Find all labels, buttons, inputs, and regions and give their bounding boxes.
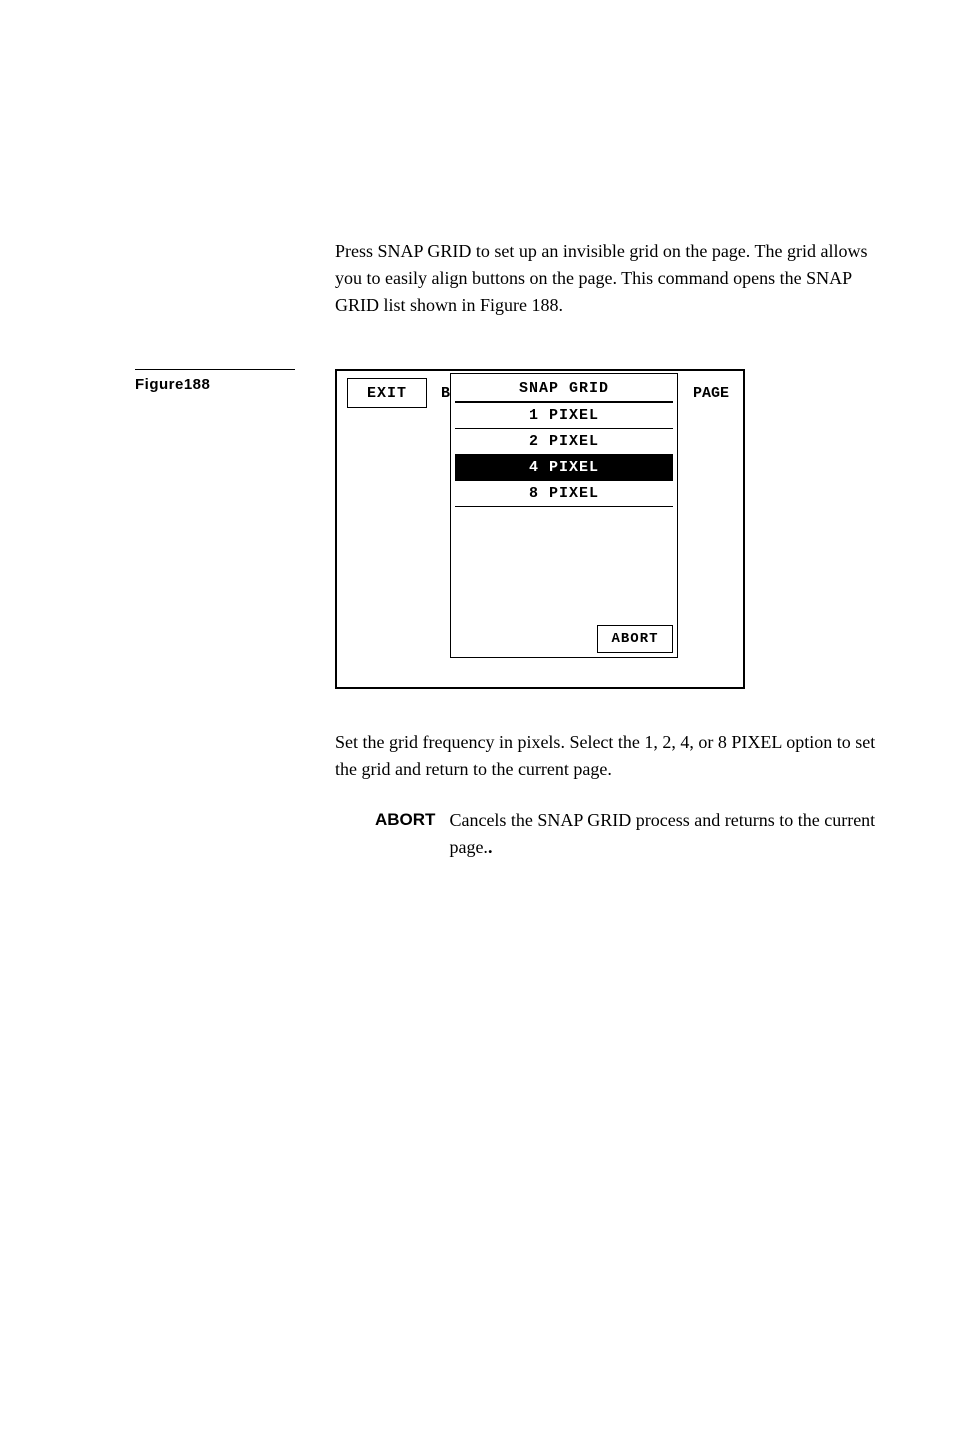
list-title: SNAP GRID	[451, 374, 677, 401]
exit-button[interactable]: EXIT	[347, 378, 427, 408]
figure-label-column: Figure188	[0, 369, 335, 393]
abort-button[interactable]: ABORT	[597, 625, 673, 653]
document-page: Press SNAP GRID to set up an invisible g…	[0, 0, 954, 1455]
figure-column: EXIT BU PAGE SNAP GRID 1 PIXEL 2 PIXEL 4…	[335, 369, 745, 689]
figure-label: Figure188	[135, 369, 295, 393]
abort-definition-row: ABORT Cancels the SNAP GRID process and …	[335, 807, 894, 861]
list-item-8-pixel[interactable]: 8 PIXEL	[451, 481, 677, 506]
set-frequency-paragraph: Set the grid frequency in pixels. Select…	[335, 729, 894, 783]
snap-grid-list-panel: SNAP GRID 1 PIXEL 2 PIXEL 4 PIXEL 8 PIXE…	[450, 373, 678, 658]
intro-paragraph: Press SNAP GRID to set up an invisible g…	[335, 238, 894, 319]
list-empty-area: ABORT	[451, 507, 677, 657]
page-label: PAGE	[693, 378, 729, 408]
list-item-2-pixel[interactable]: 2 PIXEL	[451, 429, 677, 454]
screen-panel: EXIT BU PAGE SNAP GRID 1 PIXEL 2 PIXEL 4…	[335, 369, 745, 689]
list-item-4-pixel[interactable]: 4 PIXEL	[455, 455, 673, 480]
list-item-1-pixel[interactable]: 1 PIXEL	[451, 403, 677, 428]
abort-definition-text: Cancels the SNAP GRID process and return…	[449, 807, 894, 861]
abort-definition-label: ABORT	[335, 807, 449, 861]
figure-row: Figure188 EXIT BU PAGE SNAP GRID 1 PIXEL…	[0, 369, 954, 689]
